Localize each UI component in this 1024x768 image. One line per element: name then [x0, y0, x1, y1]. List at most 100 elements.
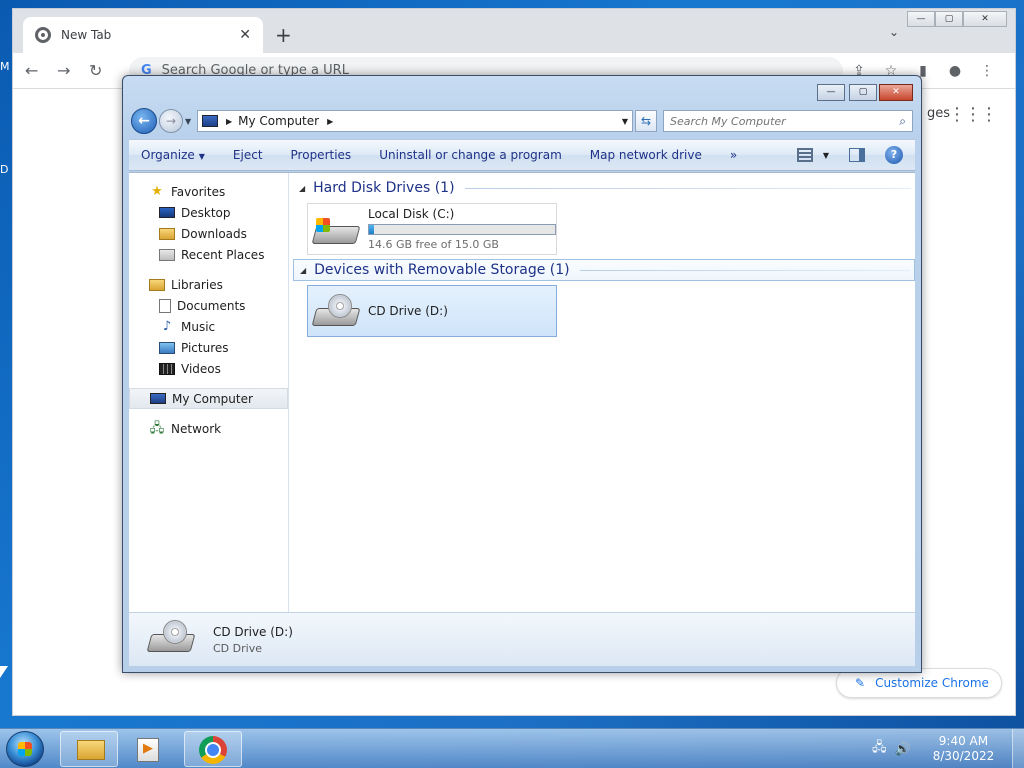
properties-button[interactable]: Properties [291, 148, 352, 162]
organize-label: Organize [141, 148, 195, 162]
nav-recent-places[interactable]: Recent Places [129, 244, 288, 265]
search-icon[interactable]: ⌕ [899, 114, 906, 129]
disk-usage-fill [369, 225, 375, 234]
explorer-minimize-button[interactable]: — [817, 84, 845, 101]
libraries-icon [149, 278, 165, 291]
chrome-minimize-button[interactable]: — [907, 11, 935, 27]
navigation-pane: ★ Favorites Desktop Downloads Recent Plac… [129, 173, 289, 612]
nav-music[interactable]: ♪ Music [129, 316, 288, 337]
breadcrumb-arrow-icon[interactable]: ▶ [226, 117, 232, 126]
chrome-icon [199, 736, 227, 764]
chrome-back-button[interactable]: ← [25, 61, 57, 80]
nav-my-computer-label: My Computer [172, 391, 253, 406]
nav-desktop[interactable]: Desktop [129, 202, 288, 223]
group-title-removable: Devices with Removable Storage (1) [314, 262, 570, 278]
pictures-icon [159, 341, 175, 354]
computer-icon [202, 115, 218, 127]
nav-documents-label: Documents [177, 298, 246, 313]
system-tray: 🖧 🔊 9:40 AM 8/30/2022 [864, 729, 1024, 768]
chrome-reload-button[interactable]: ↻ [89, 61, 121, 80]
view-dropdown-icon[interactable]: ▼ [823, 151, 829, 160]
drive-name-d: CD Drive (D:) [368, 304, 448, 318]
hard-drive-icon [311, 212, 361, 246]
nav-downloads-label: Downloads [181, 226, 247, 241]
music-note-icon: ♪ [162, 318, 172, 334]
change-view-button[interactable]: ▼ [796, 148, 829, 162]
chrome-maximize-button[interactable]: ▢ [935, 11, 963, 27]
address-bar[interactable]: ▶ My Computer ▶ ▼ [197, 110, 633, 132]
explorer-maximize-button[interactable]: ▢ [849, 84, 877, 101]
nav-documents[interactable]: Documents [129, 295, 288, 316]
tab-search-button[interactable]: ⌄ [889, 25, 899, 39]
nav-network[interactable]: 🖧 Network [129, 418, 288, 439]
map-network-drive-button[interactable]: Map network drive [590, 148, 702, 162]
cd-drive-icon [311, 294, 361, 328]
clock[interactable]: 9:40 AM 8/30/2022 [933, 734, 995, 764]
nav-videos-label: Videos [181, 361, 221, 376]
network-tray-icon[interactable]: 🖧 [872, 738, 887, 760]
nav-favorites[interactable]: ★ Favorites [129, 181, 288, 202]
group-header-hard-disk-drives[interactable]: ◢ Hard Disk Drives (1) [293, 177, 915, 199]
drive-info: CD Drive (D:) [368, 304, 448, 318]
chrome-tab-strip: New Tab ✕ + ⌄ — ▢ ✕ [13, 9, 1015, 53]
desktop-icon-label-d[interactable]: D [0, 163, 12, 176]
breadcrumb-trail-arrow-icon[interactable]: ▶ [327, 117, 333, 126]
nav-my-computer[interactable]: My Computer [129, 388, 288, 409]
recent-places-icon [159, 248, 175, 261]
address-history-dropdown[interactable]: ▼ [622, 117, 628, 126]
group-header-removable-storage[interactable]: ◢ Devices with Removable Storage (1) [293, 259, 915, 281]
nav-desktop-label: Desktop [181, 205, 231, 220]
eject-button[interactable]: Eject [233, 148, 263, 162]
organize-button[interactable]: Organize ▼ [141, 148, 205, 162]
breadcrumb-my-computer[interactable]: My Computer [238, 114, 319, 128]
drive-tile-local-disk-c[interactable]: Local Disk (C:) 14.6 GB free of 15.0 GB [307, 203, 557, 255]
chrome-menu-icon[interactable]: ⋮ [971, 63, 1003, 79]
preview-pane-icon[interactable] [849, 148, 865, 162]
more-commands-button[interactable]: » [730, 148, 737, 162]
search-input[interactable] [670, 114, 900, 128]
new-tab-button[interactable]: + [275, 23, 292, 47]
help-icon[interactable]: ? [885, 146, 903, 164]
chevron-down-icon: ▼ [198, 152, 205, 161]
volume-icon[interactable]: 🔊 [895, 742, 911, 757]
details-drive-type: CD Drive [213, 641, 262, 655]
taskbar-media-player-button[interactable] [120, 731, 178, 767]
details-view-icon [796, 148, 813, 162]
windows-logo-icon [316, 218, 330, 232]
start-button[interactable] [6, 731, 44, 767]
cd-disc-icon [163, 619, 187, 644]
nav-downloads[interactable]: Downloads [129, 223, 288, 244]
show-desktop-button[interactable] [1012, 729, 1024, 768]
collapse-triangle-icon[interactable]: ◢ [300, 266, 306, 275]
apps-grid-icon[interactable]: ⋮⋮⋮ [948, 104, 998, 125]
collapse-triangle-icon[interactable]: ◢ [299, 184, 305, 193]
nav-videos[interactable]: Videos [129, 358, 288, 379]
explorer-close-button[interactable]: ✕ [879, 84, 913, 101]
nav-pictures[interactable]: Pictures [129, 337, 288, 358]
explorer-back-button[interactable]: ← [131, 108, 157, 134]
ntp-images-link[interactable]: ges [927, 106, 950, 121]
customize-chrome-label: Customize Chrome [875, 676, 989, 690]
taskbar-chrome-button[interactable] [184, 731, 242, 767]
taskbar-explorer-button[interactable] [60, 731, 118, 767]
search-box[interactable]: ⌕ [663, 110, 913, 132]
address-row: ← → ▼ ▶ My Computer ▶ ▼ ⇆ ⌕ [131, 108, 913, 134]
details-text: CD Drive (D:) CD Drive [213, 625, 293, 655]
refresh-button[interactable]: ⇆ [635, 110, 657, 132]
chrome-forward-button[interactable]: → [57, 61, 89, 80]
chrome-close-button[interactable]: ✕ [963, 11, 1007, 27]
explorer-window: — ▢ ✕ ← → ▼ ▶ My Computer ▶ ▼ ⇆ ⌕ Organi… [122, 75, 922, 673]
uninstall-program-button[interactable]: Uninstall or change a program [379, 148, 562, 162]
nav-libraries[interactable]: Libraries [129, 274, 288, 295]
tab-close-icon[interactable]: ✕ [239, 27, 251, 43]
group-divider [579, 269, 910, 271]
folder-icon [77, 740, 105, 760]
documents-icon [159, 298, 171, 313]
profile-avatar-icon[interactable]: ● [939, 63, 971, 79]
recent-pages-dropdown[interactable]: ▼ [185, 117, 195, 126]
drive-tile-cd-drive-d[interactable]: CD Drive (D:) [307, 285, 557, 337]
chrome-tab-new-tab[interactable]: New Tab ✕ [23, 17, 263, 53]
nav-music-label: Music [181, 319, 216, 334]
explorer-forward-button[interactable]: → [159, 109, 183, 133]
desktop-icon-label-m[interactable]: M [0, 60, 12, 73]
